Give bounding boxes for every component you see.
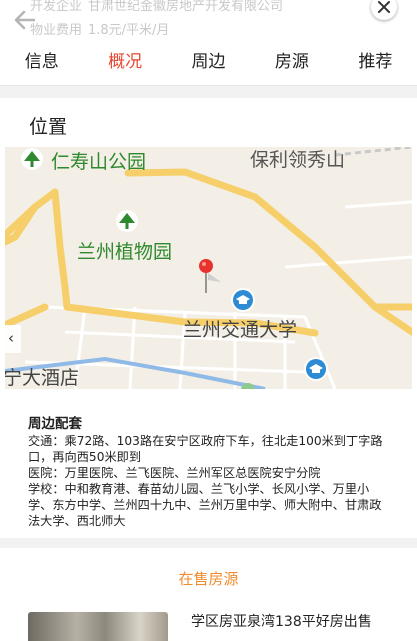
school-text: 学校：中和教育港、春苗幼儿园、兰飞小学、长风小学、万里小学、东方中学、兰州四十九… (28, 482, 382, 528)
map-prev-button[interactable]: ‹ (5, 325, 21, 353)
close-button[interactable] (371, 0, 397, 20)
listing-title[interactable]: 学区房亚泉湾138平好房出售 (191, 611, 372, 631)
map-graphic (5, 147, 412, 389)
map-label-park2: 兰州植物园 (77, 241, 173, 263)
fee-value: 1.8元/平米/月 (88, 23, 170, 38)
park1-tree-icon (21, 148, 43, 170)
back-button[interactable] (10, 7, 40, 33)
surroundings-block: 周边配套 交通：乘72路、103路在安宁区政府下车，往北走100米到丁字路口，再… (28, 416, 388, 529)
location-map[interactable]: 仁寿山公园 保利领秀山 兰州植物园 兰州交通大学 宁大酒店 ‹ (5, 147, 412, 389)
location-title: 位置 (29, 116, 68, 138)
fee-row: 物业费用 1.8元/平米/月 (0, 19, 417, 38)
park2-tree-icon (116, 210, 138, 232)
map-label-hotel: 宁大酒店 (5, 367, 80, 389)
chevron-left-icon: ‹ (8, 329, 14, 347)
tab-surroundings[interactable]: 周边 (167, 40, 250, 85)
listing-thumbnail[interactable] (28, 612, 168, 641)
map-label-univ: 兰州交通大学 (183, 319, 298, 341)
tab-info[interactable]: 信息 (0, 40, 83, 85)
header-bar: 开发企业 甘肃世纪金徽房地产开发有限公司 物业费用 1.8元/平米/月 (0, 0, 417, 40)
hospital-text: 医院：万里医院、兰飞医院、兰州军区总医院安宁分院 (28, 466, 321, 480)
univ-school-icon (231, 288, 255, 312)
on-sale-section: 在售房源 学区房亚泉湾138平好房出售 (0, 548, 417, 641)
section-tabs: 信息 概况 周边 房源 推荐 (0, 40, 417, 86)
map-label-park1: 仁寿山公园 (51, 151, 147, 173)
tab-overview[interactable]: 概况 (83, 40, 166, 85)
on-sale-title: 在售房源 (178, 570, 239, 588)
school-icon-2 (304, 357, 328, 381)
location-card: 位置 仁寿山公园 保利领秀山 兰州植物园 兰州交通大学 宁大酒店 ‹ 周边配套 … (0, 98, 417, 538)
tab-recommend[interactable]: 推荐 (334, 40, 417, 85)
close-icon (378, 1, 390, 13)
map-label-poly: 保利领秀山 (250, 149, 346, 171)
back-arrow-icon (14, 10, 36, 30)
transport-text: 交通：乘72路、103路在安宁区政府下车，往北走100米到丁字路口，再向西50米… (28, 434, 383, 464)
developer-row: 开发企业 甘肃世纪金徽房地产开发有限公司 (0, 0, 417, 14)
surroundings-heading: 周边配套 (28, 416, 82, 432)
tab-listings[interactable]: 房源 (250, 40, 333, 85)
developer-value: 甘肃世纪金徽房地产开发有限公司 (88, 0, 284, 14)
